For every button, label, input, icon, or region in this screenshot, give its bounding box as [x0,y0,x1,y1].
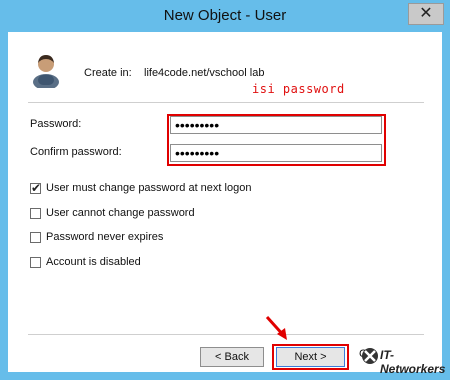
confirm-password-label: Confirm password: [30,146,122,158]
option-label: User must change password at next logon [46,182,252,194]
option-label: Password never expires [46,231,164,243]
watermark-text: IT-Networkers [380,348,446,376]
separator [28,102,424,103]
option-label: User cannot change password [46,207,195,219]
title-bar[interactable]: New Object - User ✕ [0,0,450,32]
dialog-window: New Object - User ✕ Create in: life4code… [0,0,450,380]
close-icon: ✕ [419,5,433,22]
back-button[interactable]: < Back [200,347,264,367]
password-field[interactable]: ••••••••• [170,116,382,134]
create-in-path: life4code.net/vschool lab [144,67,265,79]
checkmark-icon: ✔ [31,181,42,195]
watermark-logo-icon [362,348,378,364]
create-in-label: Create in: [84,67,132,79]
separator [28,334,424,335]
checkbox[interactable] [30,208,41,219]
checkbox[interactable] [30,232,41,243]
confirm-password-field[interactable]: ••••••••• [170,144,382,162]
password-label: Password: [30,118,82,130]
option-label: Account is disabled [46,256,141,268]
annotation-text: isi password [252,82,345,96]
window-title: New Object - User [163,7,287,24]
dialog-content: Create in: life4code.net/vschool lab isi… [8,32,445,376]
user-icon [33,55,59,88]
next-button[interactable]: Next > [276,347,345,367]
red-arrow-icon [265,315,287,340]
checkbox[interactable]: ✔ [30,181,42,195]
close-button[interactable]: ✕ [408,3,444,25]
checkbox[interactable] [30,257,41,268]
